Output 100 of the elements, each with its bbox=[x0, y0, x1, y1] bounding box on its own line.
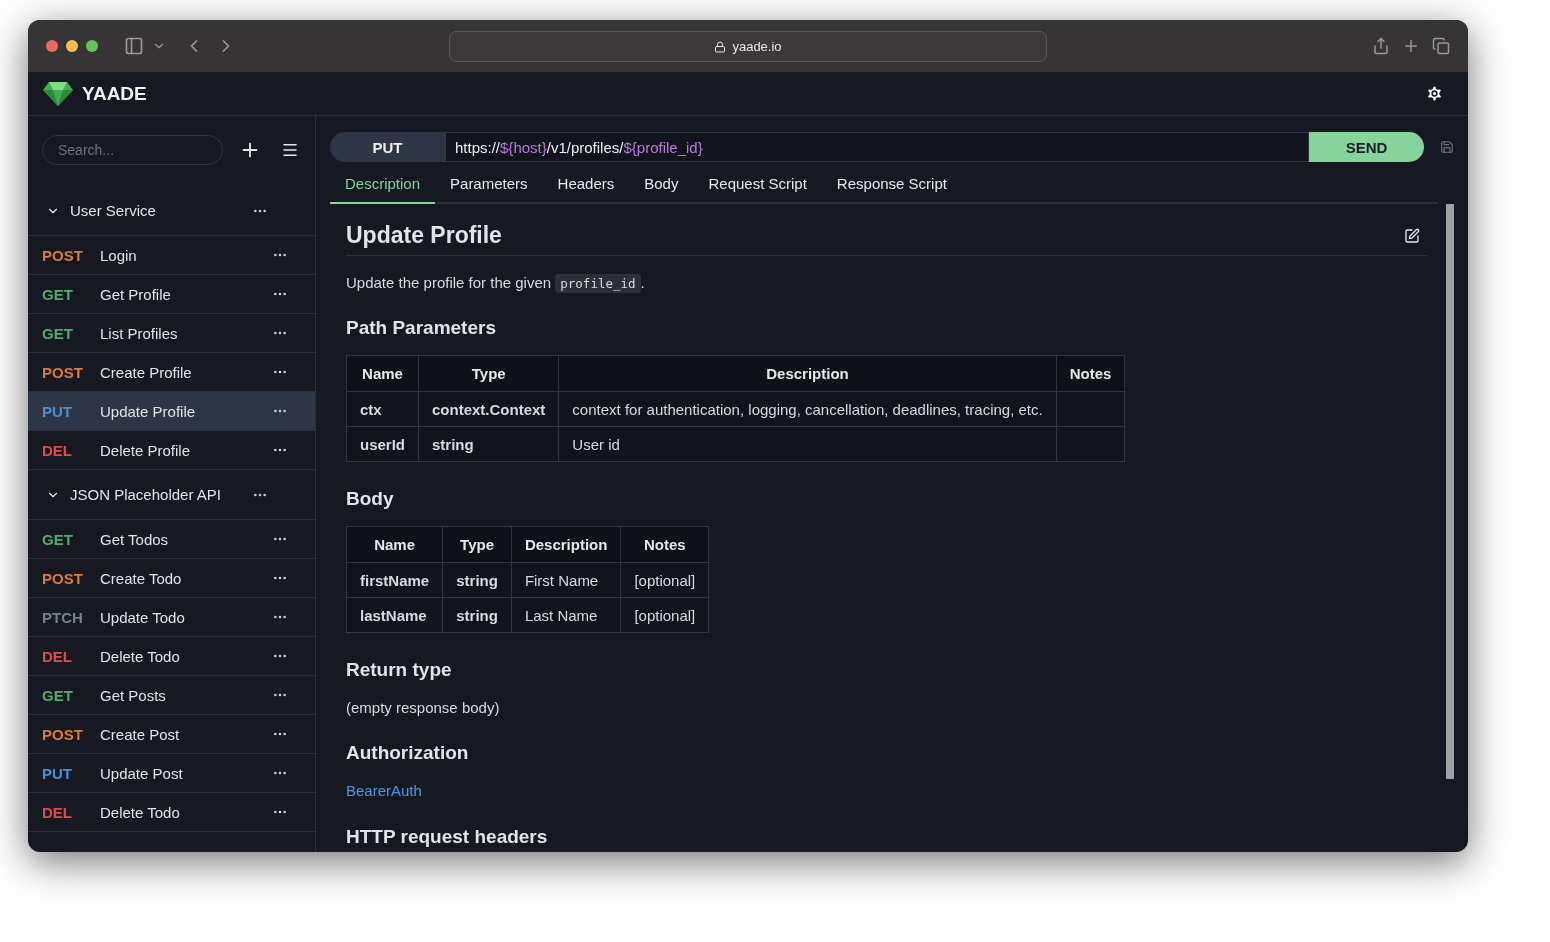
collection-name[interactable]: JSON Placeholder API bbox=[70, 486, 252, 503]
request-name: Update Profile bbox=[100, 402, 197, 420]
request-item[interactable]: GET Get Profile bbox=[28, 275, 315, 314]
table-cell: [optional] bbox=[620, 597, 709, 633]
send-button[interactable]: SEND bbox=[1309, 132, 1424, 162]
new-tab-icon[interactable] bbox=[1402, 37, 1420, 55]
column-header: Name bbox=[346, 355, 419, 392]
method-label: GET bbox=[42, 530, 74, 548]
method-label: DEL bbox=[42, 803, 73, 821]
save-button[interactable] bbox=[1440, 140, 1454, 154]
request-item[interactable]: GET Get Posts bbox=[28, 676, 315, 715]
request-item[interactable]: DEL Delete Todo bbox=[28, 637, 315, 676]
method-select[interactable]: PUT bbox=[330, 132, 445, 162]
request-name: Update Todo bbox=[100, 608, 186, 626]
close-button[interactable] bbox=[46, 40, 58, 52]
tab[interactable]: Description bbox=[330, 175, 436, 204]
request-item[interactable]: DEL Delete Todo bbox=[28, 793, 315, 832]
column-header: Notes bbox=[620, 526, 709, 563]
request-name: Get Todos bbox=[100, 530, 170, 548]
request-name: Delete Todo bbox=[100, 647, 181, 665]
request-item[interactable]: PUT Update Profile bbox=[28, 392, 315, 431]
method-label: DEL bbox=[42, 647, 73, 665]
request-item[interactable]: DEL Delete Profile bbox=[28, 431, 315, 470]
table-cell: context.Context bbox=[418, 391, 559, 427]
table-cell: First Name bbox=[511, 562, 621, 598]
tabs-overview-icon[interactable] bbox=[1432, 37, 1450, 55]
lock-icon bbox=[714, 40, 727, 53]
url-field[interactable]: https://${host}/v1/profiles/${profile_id} bbox=[445, 132, 1309, 162]
column-header: Type bbox=[442, 526, 512, 563]
section-heading: HTTP request headers bbox=[346, 826, 549, 848]
request-name: Get Posts bbox=[100, 686, 167, 704]
section-heading: Body bbox=[346, 488, 395, 510]
request-name: Create Todo bbox=[100, 569, 183, 587]
method-label: GET bbox=[42, 686, 74, 704]
request-item[interactable]: PTCH Update Todo bbox=[28, 598, 315, 637]
method-label: POST bbox=[42, 246, 84, 264]
request-item[interactable]: PUT Update Post bbox=[28, 754, 315, 793]
collection-name[interactable]: User Service bbox=[70, 202, 252, 219]
menu-button[interactable] bbox=[281, 141, 299, 159]
share-icon[interactable] bbox=[1372, 37, 1390, 55]
address-bar[interactable]: yaade.io bbox=[449, 31, 1047, 62]
table-cell: firstName bbox=[346, 562, 443, 598]
request-item[interactable]: POST Create Post bbox=[28, 715, 315, 754]
method-label: POST bbox=[42, 569, 84, 587]
method-label: DEL bbox=[42, 441, 73, 459]
settings-button[interactable] bbox=[1425, 84, 1444, 103]
tab[interactable]: Body bbox=[629, 175, 694, 204]
zoom-button[interactable] bbox=[86, 40, 98, 52]
request-name: List Profiles bbox=[100, 324, 179, 342]
request-name: Delete Todo bbox=[100, 803, 181, 821]
request-item[interactable]: POST Login bbox=[28, 236, 315, 275]
description-text: Update the profile for the given profile_id . bbox=[346, 274, 646, 291]
table-cell: ctx bbox=[346, 391, 419, 427]
section-heading: Path Parameters bbox=[346, 317, 497, 339]
minimize-button[interactable] bbox=[66, 40, 78, 52]
table-cell: string bbox=[442, 562, 512, 598]
table-cell: [optional] bbox=[620, 562, 709, 598]
section-heading: Authorization bbox=[346, 742, 470, 764]
doc-title: Update Profile bbox=[346, 222, 502, 249]
scrollbar[interactable] bbox=[1446, 204, 1454, 779]
table-cell: Last Name bbox=[511, 597, 621, 633]
section-text: (empty response body) bbox=[346, 699, 501, 716]
tab[interactable]: Request Script bbox=[693, 175, 822, 204]
table-cell bbox=[1056, 426, 1125, 462]
table-cell: lastName bbox=[346, 597, 443, 633]
column-header: Name bbox=[346, 526, 443, 563]
method-label: PUT bbox=[42, 402, 73, 420]
sidebar-toggle-icon[interactable] bbox=[124, 36, 144, 56]
method-label: GET bbox=[42, 324, 74, 342]
request-name: Create Post bbox=[100, 725, 181, 743]
app-title: YAADE bbox=[82, 82, 147, 105]
method-label: POST bbox=[42, 725, 84, 743]
search-field[interactable]: Search... bbox=[42, 135, 223, 165]
table-cell: context for authentication, logging, cancellation, deadlines, tracing, etc. bbox=[558, 391, 1057, 427]
tab[interactable]: Headers bbox=[542, 175, 630, 204]
section-heading: Return type bbox=[346, 659, 453, 681]
table-cell: User id bbox=[558, 426, 1057, 462]
method-label: PUT bbox=[42, 764, 73, 782]
tab[interactable]: Response Script bbox=[821, 175, 962, 204]
request-item[interactable]: GET List Profiles bbox=[28, 314, 315, 353]
column-header: Description bbox=[511, 526, 621, 563]
request-name: Create Profile bbox=[100, 363, 193, 381]
request-item[interactable]: GET Get Todos bbox=[28, 520, 315, 559]
column-header: Notes bbox=[1056, 355, 1125, 392]
request-item[interactable]: POST Create Todo bbox=[28, 559, 315, 598]
method-label: PTCH bbox=[42, 608, 84, 626]
gem-logo-icon bbox=[42, 80, 74, 107]
table-cell: userId bbox=[346, 426, 419, 462]
request-name: Delete Profile bbox=[100, 441, 192, 459]
auth-link[interactable]: BearerAuth bbox=[346, 782, 422, 799]
method-label: GET bbox=[42, 285, 74, 303]
column-header: Description bbox=[558, 355, 1057, 392]
request-name: Update Post bbox=[100, 764, 184, 782]
request-name: Login bbox=[100, 246, 138, 264]
table-cell bbox=[1056, 391, 1125, 427]
table-cell: string bbox=[418, 426, 559, 462]
method-label: POST bbox=[42, 363, 84, 381]
table-cell: string bbox=[442, 597, 512, 633]
tab[interactable]: Parameters bbox=[435, 175, 543, 204]
edit-button[interactable] bbox=[1404, 227, 1420, 244]
